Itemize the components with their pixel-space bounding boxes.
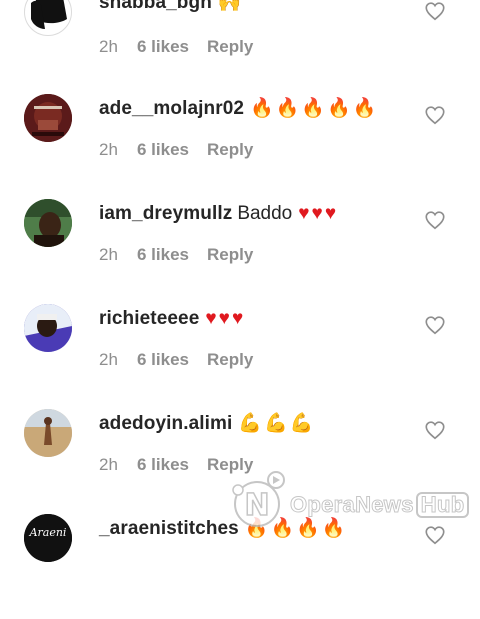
svg-text:Araeni: Araeni — [29, 526, 67, 539]
comment-meta: 2h 6 likes Reply — [99, 245, 253, 265]
username[interactable]: _araenistitches — [99, 518, 239, 539]
photo-avatar-icon — [24, 304, 72, 352]
album-cover-avatar-icon — [24, 94, 72, 142]
comment-time: 2h — [99, 37, 118, 56]
avatar[interactable] — [24, 199, 72, 247]
comment-emoji: 🙌 — [217, 0, 244, 13]
comment-item: ade__molajnr02 🔥🔥🔥🔥🔥 2h 6 likes Reply — [0, 94, 480, 199]
heart-icon[interactable] — [424, 314, 446, 336]
comment-item: iam_dreymullz Baddo ♥♥♥ 2h 6 likes Reply — [0, 199, 480, 304]
photo-avatar-icon — [24, 199, 72, 247]
heart-icon[interactable] — [424, 419, 446, 441]
avatar[interactable] — [24, 0, 72, 36]
watermark-text: OperaNews Hub — [290, 492, 470, 518]
likes-count[interactable]: 6 likes — [137, 455, 207, 475]
comment-line: iam_dreymullz Baddo ♥♥♥ — [99, 200, 338, 228]
comment-text: Baddo — [237, 203, 293, 224]
svg-text:N: N — [244, 488, 269, 523]
heart-icon[interactable] — [424, 209, 446, 231]
avatar[interactable] — [24, 304, 72, 352]
avatar[interactable] — [24, 409, 72, 457]
reply-button[interactable]: Reply — [207, 37, 253, 57]
comment-emoji: ♥♥♥ — [205, 308, 246, 329]
comment-time: 2h — [99, 455, 118, 474]
comment-line: richieteeee ♥♥♥ — [99, 305, 245, 333]
username[interactable]: shabba_bgn — [99, 0, 212, 13]
comment-line: shabba_bgn 🙌 — [99, 0, 244, 17]
comment-item: richieteeee ♥♥♥ 2h 6 likes Reply — [0, 304, 480, 409]
comment-time: 2h — [99, 245, 118, 264]
beach-photo-avatar-icon — [24, 409, 72, 457]
likes-count[interactable]: 6 likes — [137, 350, 207, 370]
comment-meta: 2h 6 likes Reply — [99, 350, 253, 370]
watermark: N OperaNews Hub — [226, 470, 472, 532]
username[interactable]: richieteeee — [99, 308, 199, 329]
comment-time: 2h — [99, 350, 118, 369]
heart-icon[interactable] — [424, 104, 446, 126]
comment-emoji: 🔥🔥🔥🔥🔥 — [250, 98, 379, 119]
watermark-hub: Hub — [415, 492, 470, 518]
heart-icon[interactable] — [424, 0, 446, 22]
comment-meta: 2h 6 likes Reply — [99, 140, 253, 160]
comment-meta: 2h 6 likes Reply — [99, 37, 253, 57]
reply-button[interactable]: Reply — [207, 350, 253, 370]
likes-count[interactable]: 6 likes — [137, 245, 207, 265]
likes-count[interactable]: 6 likes — [137, 140, 207, 160]
avatar[interactable] — [24, 94, 72, 142]
logo-avatar-icon: Araeni — [24, 514, 72, 562]
comment-line: adedoyin.alimi 💪💪💪 — [99, 410, 315, 438]
username[interactable]: adedoyin.alimi — [99, 413, 232, 434]
comment-emoji: 💪💪💪 — [238, 413, 316, 434]
reply-button[interactable]: Reply — [207, 245, 253, 265]
comment-time: 2h — [99, 140, 118, 159]
operanews-logo-icon: N — [232, 471, 285, 527]
avatar[interactable]: Araeni — [24, 514, 72, 562]
username[interactable]: iam_dreymullz — [99, 203, 232, 224]
comment-item: shabba_bgn 🙌 2h 6 likes Reply — [0, 0, 480, 93]
username[interactable]: ade__molajnr02 — [99, 98, 244, 119]
likes-count[interactable]: 6 likes — [137, 37, 207, 57]
reply-button[interactable]: Reply — [207, 140, 253, 160]
black-silhouette-avatar-icon — [31, 0, 67, 29]
comment-line: ade__molajnr02 🔥🔥🔥🔥🔥 — [99, 95, 378, 123]
watermark-brand: OperaNews — [290, 492, 414, 518]
comment-emoji: ♥♥♥ — [298, 203, 339, 224]
